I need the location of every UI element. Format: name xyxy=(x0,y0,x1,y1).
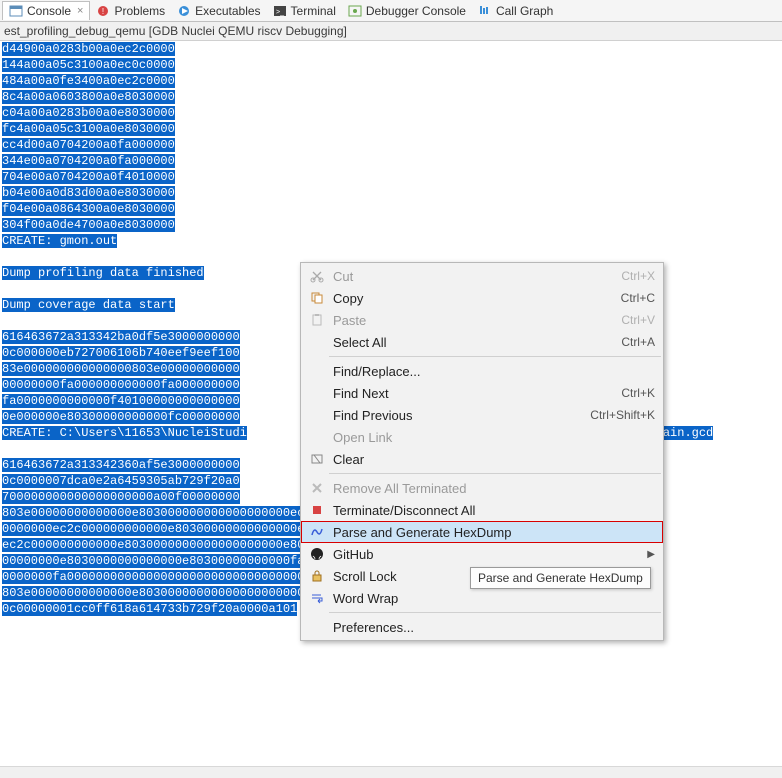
menu-separator xyxy=(329,356,661,357)
console-hex-line: 616463672a313342ba0df5e3000000000 xyxy=(2,330,240,344)
debugger-console-icon xyxy=(348,4,362,18)
console-hex-line: ec2c000000000000e8030000000000000000000e… xyxy=(2,538,340,552)
tab-debugger-console[interactable]: Debugger Console xyxy=(342,2,472,20)
problems-icon: ! xyxy=(96,4,110,18)
svg-text:!: ! xyxy=(102,7,104,16)
menu-paste[interactable]: Paste Ctrl+V xyxy=(301,309,663,331)
views-tab-bar: Console × ! Problems Executables >_ Term… xyxy=(0,0,782,22)
paste-icon xyxy=(307,312,327,328)
github-icon xyxy=(307,546,327,562)
console-hex-line: 0c000000eb727006106b740eef9eef100 xyxy=(2,346,240,360)
clear-icon xyxy=(307,451,327,467)
console-text: CREATE: gmon.out xyxy=(2,234,117,248)
console-hex-line: 0c00000001cc0ff618a614733b729f20a0000a10… xyxy=(2,602,297,616)
console-hex-line: 484a00a0fe3400a0ec2c0000 xyxy=(2,74,175,88)
console-text: CREATE: C:\Users\11653\NucleiStudi xyxy=(2,426,247,440)
executables-icon xyxy=(177,4,191,18)
cut-icon xyxy=(307,268,327,284)
console-hex-line: 83e000000000000000803e00000000000 xyxy=(2,362,240,376)
console-hex-line: 616463672a313342360af5e3000000000 xyxy=(2,458,240,472)
menu-copy[interactable]: Copy Ctrl+C xyxy=(301,287,663,309)
submenu-arrow-icon: ▶ xyxy=(647,549,655,560)
menu-clear[interactable]: Clear xyxy=(301,448,663,470)
word-wrap-icon xyxy=(307,590,327,606)
terminate-icon xyxy=(307,502,327,518)
hexdump-icon xyxy=(307,524,327,540)
console-hex-line: 144a00a05c3100a0ec0c0000 xyxy=(2,58,175,72)
terminal-icon: >_ xyxy=(273,4,287,18)
console-hex-line: 00000000e8030000000000000e80300000000000… xyxy=(2,554,348,568)
menu-find-previous[interactable]: Find Previous Ctrl+Shift+K xyxy=(301,404,663,426)
menu-select-all[interactable]: Select All Ctrl+A xyxy=(301,331,663,353)
console-hex-line: fc4a00a05c3100a0e8030000 xyxy=(2,122,175,136)
console-hex-line: 700000000000000000000a00f00000000 xyxy=(2,490,240,504)
console-hex-line: 344e00a0704200a0fa000000 xyxy=(2,154,175,168)
tab-label: Problems xyxy=(114,4,165,18)
console-hex-line: 803e00000000000000e803000000000000000000… xyxy=(2,506,348,520)
console-text: Dump profiling data finished xyxy=(2,266,204,280)
console-hex-line: cc4d00a0704200a0fa000000 xyxy=(2,138,175,152)
console-hex-line: 304f00a0de4700a0e8030000 xyxy=(2,218,175,232)
console-hex-line: b04e00a0d83d00a0e8030000 xyxy=(2,186,175,200)
tab-label: Call Graph xyxy=(496,4,553,18)
menu-parse-generate-hexdump[interactable]: Parse and Generate HexDump xyxy=(301,521,663,543)
tab-label: Terminal xyxy=(291,4,336,18)
menu-open-link[interactable]: Open Link xyxy=(301,426,663,448)
session-description: est_profiling_debug_qemu [GDB Nuclei QEM… xyxy=(0,22,782,41)
console-text: Dump coverage data start xyxy=(2,298,175,312)
console-hex-line: 8c4a00a0603800a0e8030000 xyxy=(2,90,175,104)
tab-terminal[interactable]: >_ Terminal xyxy=(267,2,342,20)
tooltip: Parse and Generate HexDump xyxy=(470,567,651,589)
menu-find-replace[interactable]: Find/Replace... xyxy=(301,360,663,382)
tab-executables[interactable]: Executables xyxy=(171,2,266,20)
console-hex-line: d44900a0283b00a0ec2c0000 xyxy=(2,42,175,56)
menu-separator xyxy=(329,473,661,474)
tab-label: Executables xyxy=(195,4,260,18)
menu-github[interactable]: GitHub ▶ xyxy=(301,543,663,565)
copy-icon xyxy=(307,290,327,306)
menu-separator xyxy=(329,612,661,613)
remove-terminated-icon xyxy=(307,480,327,496)
horizontal-scrollbar[interactable] xyxy=(0,766,782,778)
console-hex-line: 0e000000e80300000000000fc00000000 xyxy=(2,410,240,424)
menu-find-next[interactable]: Find Next Ctrl+K xyxy=(301,382,663,404)
scroll-lock-icon xyxy=(307,568,327,584)
menu-terminate-disconnect-all[interactable]: Terminate/Disconnect All xyxy=(301,499,663,521)
console-hex-line: c04a00a0283b00a0e8030000 xyxy=(2,106,175,120)
menu-word-wrap[interactable]: Word Wrap xyxy=(301,587,663,609)
console-hex-line: 00000000fa000000000000fa000000000 xyxy=(2,378,240,392)
console-hex-line: 704e00a0704200a0f4010000 xyxy=(2,170,175,184)
menu-remove-all-terminated[interactable]: Remove All Terminated xyxy=(301,477,663,499)
console-icon xyxy=(9,4,23,18)
console-hex-line: fa0000000000000f40100000000000000 xyxy=(2,394,240,408)
tab-label: Debugger Console xyxy=(366,4,466,18)
menu-preferences[interactable]: Preferences... xyxy=(301,616,663,638)
tab-problems[interactable]: ! Problems xyxy=(90,2,171,20)
tab-console[interactable]: Console × xyxy=(2,1,90,20)
tab-call-graph[interactable]: Call Graph xyxy=(472,2,559,20)
call-graph-icon xyxy=(478,4,492,18)
console-hex-line: f04e00a0864300a0e8030000 xyxy=(2,202,175,216)
tab-label: Console xyxy=(27,4,71,18)
console-hex-line: 0c0000007dca0e2a6459305ab729f20a0 xyxy=(2,474,240,488)
close-icon[interactable]: × xyxy=(77,5,83,17)
menu-cut[interactable]: Cut Ctrl+X xyxy=(301,265,663,287)
svg-text:>_: >_ xyxy=(276,9,284,16)
